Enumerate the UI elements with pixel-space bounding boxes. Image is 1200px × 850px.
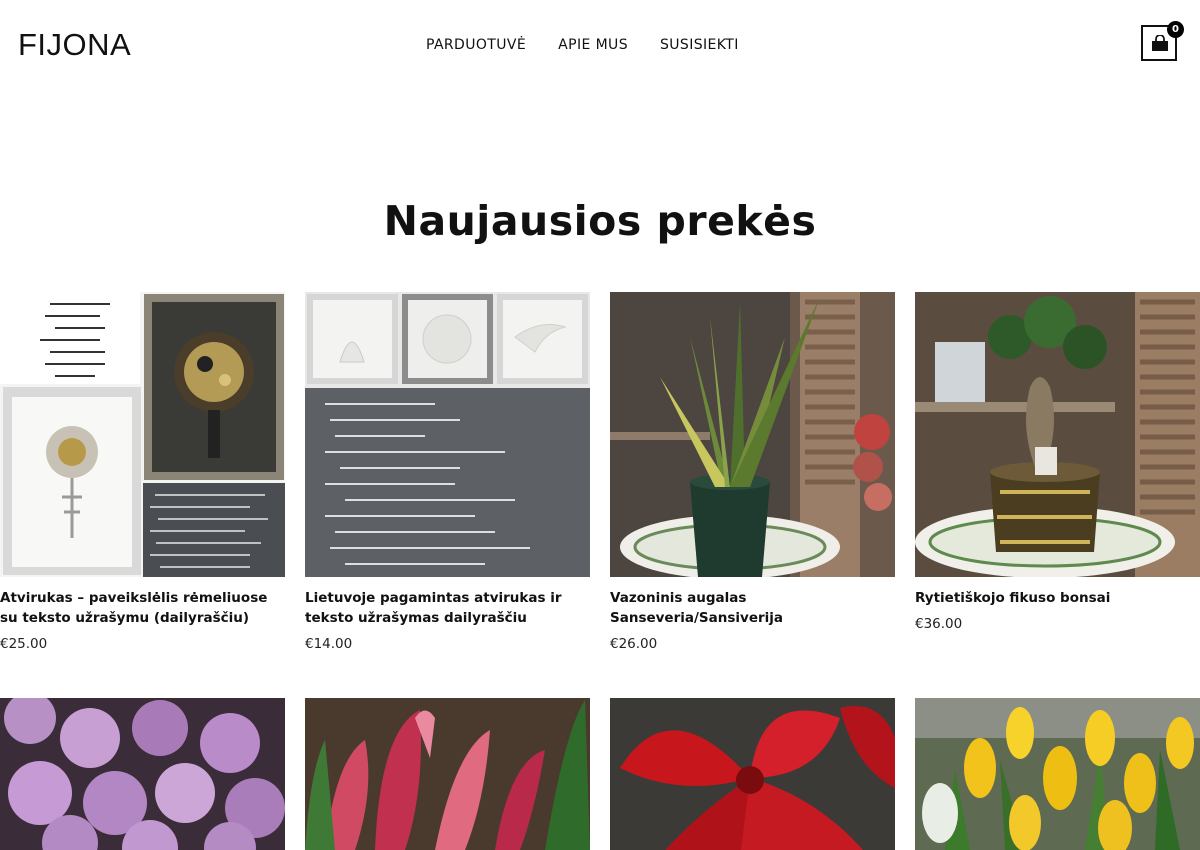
- product-image[interactable]: [0, 292, 285, 577]
- cart-count-badge: 0: [1167, 21, 1184, 38]
- main-nav: PARDUOTUVĖ APIE MUS SUSISIEKTI: [426, 36, 739, 54]
- product-card[interactable]: [610, 698, 895, 850]
- product-price: €36.00: [915, 616, 963, 632]
- section-title: Naujausios prekės: [383, 197, 817, 245]
- product-price: €14.00: [305, 636, 353, 652]
- product-card[interactable]: Lietuvoje pagamintas atvirukas ir teksto…: [305, 292, 590, 654]
- product-name[interactable]: Atvirukas – paveikslėlis rėmeliuose su t…: [0, 588, 285, 628]
- nav-link-about[interactable]: APIE MUS: [558, 36, 628, 54]
- shopping-bag-icon: [1152, 35, 1168, 51]
- product-name[interactable]: Rytietiškojo fikuso bonsai: [915, 588, 1200, 608]
- product-card[interactable]: [0, 698, 285, 850]
- site-header: FIJONA PARDUOTUVĖ APIE MUS SUSISIEKTI 0: [0, 0, 1200, 90]
- product-card[interactable]: Vazoninis augalas Sanseveria/Sansiverija…: [610, 292, 895, 654]
- nav-link-shop[interactable]: PARDUOTUVĖ: [426, 36, 526, 54]
- product-card[interactable]: Atvirukas – paveikslėlis rėmeliuose su t…: [0, 292, 285, 654]
- product-name[interactable]: Lietuvoje pagamintas atvirukas ir teksto…: [305, 588, 590, 628]
- product-image[interactable]: [915, 698, 1200, 850]
- nav-link-contact[interactable]: SUSISIEKTI: [660, 36, 739, 54]
- product-price: €26.00: [610, 636, 658, 652]
- product-image[interactable]: [305, 698, 590, 850]
- cart-button[interactable]: 0: [1141, 21, 1184, 61]
- product-card[interactable]: [305, 698, 590, 850]
- site-logo[interactable]: FIJONA: [18, 26, 131, 64]
- product-card[interactable]: [915, 698, 1200, 850]
- product-image[interactable]: [610, 698, 895, 850]
- product-image[interactable]: [610, 292, 895, 577]
- product-image[interactable]: [915, 292, 1200, 577]
- product-card[interactable]: Rytietiškojo fikuso bonsai €36.00: [915, 292, 1200, 634]
- product-name[interactable]: Vazoninis augalas Sanseveria/Sansiverija: [610, 588, 895, 628]
- product-image[interactable]: [0, 698, 285, 850]
- product-image[interactable]: [305, 292, 590, 577]
- product-price: €25.00: [0, 636, 48, 652]
